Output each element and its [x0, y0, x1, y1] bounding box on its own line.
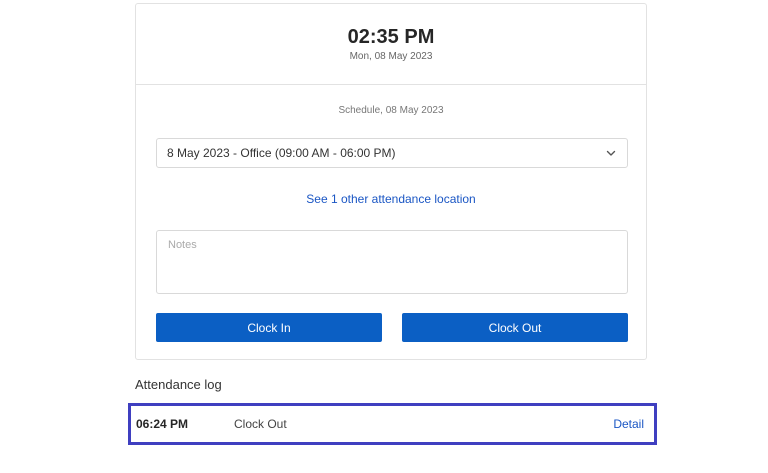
clock-section: 02:35 PM Mon, 08 May 2023: [136, 4, 646, 85]
attendance-log-row: 06:24 PM Clock Out Detail: [128, 403, 657, 445]
schedule-date-label: Schedule, 08 May 2023: [338, 105, 444, 116]
schedule-select-value: 8 May 2023 - Office (09:00 AM - 06:00 PM…: [167, 146, 396, 160]
log-detail-link[interactable]: Detail: [613, 417, 644, 431]
log-action: Clock Out: [234, 417, 287, 431]
clock-in-button[interactable]: Clock In: [156, 313, 382, 342]
chevron-down-icon: [606, 150, 616, 156]
current-date: Mon, 08 May 2023: [349, 51, 433, 62]
current-time: 02:35 PM: [347, 26, 435, 48]
log-time: 06:24 PM: [136, 417, 189, 431]
clock-out-button[interactable]: Clock Out: [402, 313, 628, 342]
notes-input[interactable]: [156, 230, 628, 294]
schedule-select[interactable]: 8 May 2023 - Office (09:00 AM - 06:00 PM…: [156, 138, 628, 168]
attendance-card: 02:35 PM Mon, 08 May 2023 Schedule, 08 M…: [135, 3, 647, 360]
attendance-log-title: Attendance log: [135, 377, 222, 392]
other-location-link[interactable]: See 1 other attendance location: [136, 192, 646, 206]
